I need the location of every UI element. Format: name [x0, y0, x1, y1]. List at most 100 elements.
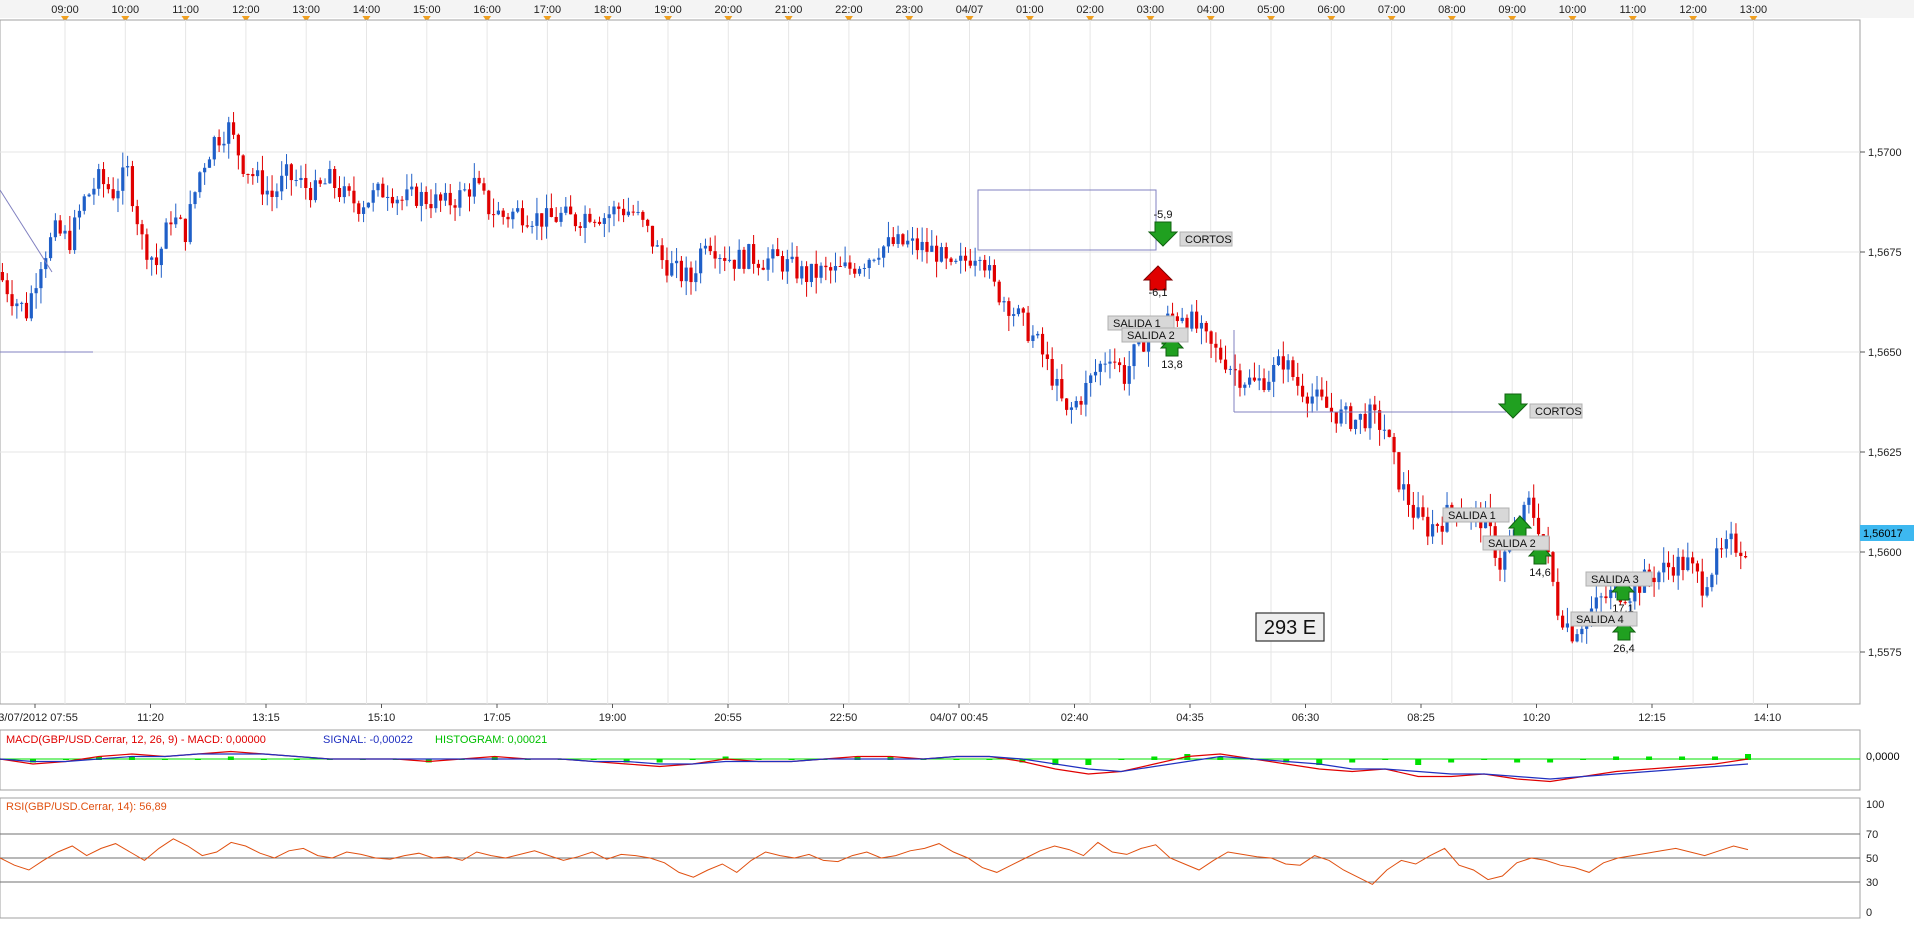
candle-body	[1103, 363, 1107, 365]
candle-body	[747, 244, 751, 269]
forex-chart-window: 09:00 10:00 11:00 12:00 13:00 14:00 15:00 16:00…	[0, 0, 1914, 920]
top-time-label: 04:00	[1197, 4, 1225, 16]
candle-body	[357, 203, 361, 214]
bottom-time-label: 04:35	[1176, 712, 1204, 724]
signal-label: SALIDA 2	[1488, 538, 1536, 550]
candle-body	[790, 256, 794, 260]
candle-body	[857, 268, 862, 274]
candle-body	[337, 187, 342, 198]
candle-body	[1609, 589, 1613, 599]
top-time-label: 22:00	[835, 4, 863, 16]
bottom-time-label: 10:20	[1523, 712, 1551, 724]
candle-body	[737, 249, 741, 269]
candle-body	[1734, 533, 1738, 553]
macd-histogram-bar	[260, 759, 267, 760]
candle-body	[1392, 436, 1396, 453]
signal-value-label: -6,1	[1149, 287, 1168, 299]
candle-body	[304, 177, 308, 189]
candle-body	[5, 280, 9, 295]
candle-body	[1272, 364, 1276, 382]
candle-body	[853, 268, 857, 274]
candle-body	[251, 174, 255, 177]
macd-histogram-bar	[1415, 759, 1422, 765]
candle-body	[154, 257, 159, 266]
candle-body	[718, 258, 722, 260]
candle-body	[1681, 556, 1685, 571]
candle-body	[732, 259, 736, 269]
top-time-label: 07:00	[1378, 4, 1406, 16]
candle-body	[270, 190, 274, 197]
bottom-time-label: 22:50	[830, 712, 858, 724]
candle-body	[361, 207, 366, 214]
candle-body	[58, 220, 62, 234]
bottom-time-label: 19:00	[599, 712, 627, 724]
candle-body	[1291, 360, 1295, 377]
candle-body	[670, 263, 674, 276]
candle-body	[342, 186, 346, 198]
price-panel	[0, 19, 1861, 705]
candle-body	[1122, 365, 1127, 384]
candle-body	[573, 214, 578, 227]
candle-body	[424, 191, 428, 205]
candle-body	[318, 180, 322, 184]
candle-body	[886, 237, 891, 247]
candle-body	[1633, 584, 1637, 602]
macd-histogram-bar	[1085, 759, 1092, 765]
candle-body	[434, 194, 438, 209]
top-time-label: 09:00	[51, 4, 79, 16]
candle-body	[39, 269, 43, 289]
candle-body	[73, 217, 77, 251]
candle-body	[771, 249, 775, 259]
candle-body	[1406, 484, 1411, 505]
candle-body	[121, 167, 125, 191]
signal-label: CORTOS	[1185, 234, 1232, 246]
macd-histogram-label: HISTOGRAM: 0,00021	[435, 734, 547, 746]
price-y-axis: 1,5700 1,5675 1,5650 1,5625 1,5600 1,5575	[1860, 147, 1902, 659]
y-tick-label: 1,5675	[1868, 247, 1902, 259]
candle-body	[1310, 396, 1314, 404]
candle-body	[1344, 406, 1348, 410]
candle-body	[1098, 363, 1102, 372]
macd-header-label: MACD(GBP/USD.Cerrar, 12, 26, 9) - MACD: …	[6, 734, 266, 746]
candle-body	[207, 159, 212, 168]
candle-body	[679, 260, 683, 282]
candle-body	[256, 170, 260, 177]
rsi-tick-label: 50	[1866, 853, 1878, 865]
candle-body	[742, 249, 746, 269]
candle-body	[491, 214, 496, 216]
candle-body	[997, 281, 1001, 303]
macd-histogram-bar	[953, 759, 960, 760]
bottom-time-label: 06:30	[1292, 712, 1320, 724]
candle-body	[631, 211, 635, 213]
candle-body	[641, 211, 645, 220]
bottom-time-label: 03/07/2012 07:55	[0, 712, 78, 724]
candle-body	[1113, 361, 1117, 363]
candle-body	[674, 260, 679, 264]
candle-body	[780, 256, 785, 272]
candle-body	[116, 190, 120, 199]
candle-body	[1334, 411, 1338, 424]
candle-body	[1382, 429, 1387, 431]
macd-histogram-bar	[1481, 759, 1488, 760]
candle-body	[915, 238, 919, 251]
macd-histogram-bar	[1448, 759, 1455, 763]
bottom-time-axis: 03/07/2012 07:55 11:20 13:15 15:10 17:05 19:0…	[0, 704, 1781, 724]
candle-body	[1691, 557, 1695, 564]
top-time-label: 04/07	[956, 4, 984, 16]
candle-body	[723, 258, 727, 261]
candle-body	[1243, 384, 1247, 388]
candle-body	[1594, 597, 1598, 609]
candle-body	[68, 230, 72, 251]
candle-body	[920, 241, 924, 251]
balance-box-label: 293 E	[1264, 617, 1316, 639]
candle-body	[275, 191, 279, 197]
candle-body	[1532, 497, 1536, 518]
top-time-label: 12:00	[1679, 4, 1707, 16]
candle-body	[684, 267, 688, 282]
candle-body	[236, 134, 240, 156]
candle-body	[1320, 389, 1324, 397]
top-time-axis: 09:00 10:00 11:00 12:00 13:00 14:00 15:00 16:00…	[51, 4, 1767, 22]
candle-body	[1724, 539, 1728, 549]
candle-body	[294, 180, 298, 182]
signal-label: SALIDA 4	[1576, 614, 1624, 626]
